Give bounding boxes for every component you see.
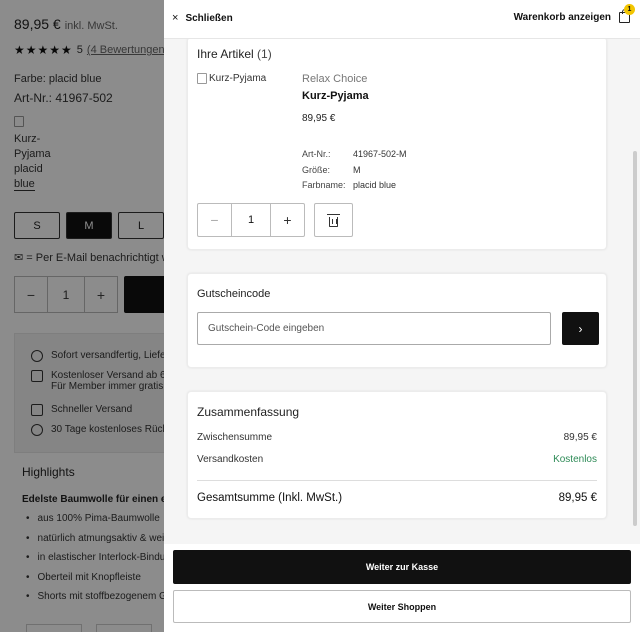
scrollbar[interactable] — [633, 151, 637, 526]
drawer-body: Ihre Artikel (1) Kurz-Pyjama Relax Choic… — [164, 39, 640, 544]
attribute-key: Größe: — [302, 164, 331, 175]
total-label: Gesamtsumme (Inkl. MwSt.) — [197, 492, 343, 504]
shopping-bag-icon: 1 — [619, 4, 635, 23]
attribute-row: Art-Nr.: 41967-502-M — [302, 149, 407, 165]
attribute-value: M — [353, 164, 361, 175]
shipping-row: Versandkosten Kostenlos — [197, 454, 597, 465]
cart-count-badge: 1 — [624, 4, 635, 15]
shipping-value: Kostenlos — [553, 454, 597, 465]
close-button[interactable]: × Schließen — [172, 12, 233, 24]
remove-item-button[interactable] — [314, 203, 353, 237]
drawer-header: × Schließen Warenkorb anzeigen 1 — [164, 0, 640, 39]
trash-icon — [327, 213, 340, 227]
broken-image-icon — [197, 73, 207, 84]
coupon-submit-button[interactable]: › — [562, 312, 599, 345]
close-label: Schließen — [185, 12, 233, 24]
qty-value[interactable]: 1 — [232, 203, 270, 237]
attribute-key: Art-Nr.: — [302, 149, 331, 159]
product-image-alt: Kurz-Pyjama — [209, 73, 267, 84]
subtotal-label: Zwischensumme — [197, 432, 273, 443]
quantity-stepper: − 1 + — [197, 203, 305, 237]
total-value: 89,95 € — [558, 492, 597, 504]
summary-divider — [197, 480, 597, 481]
view-cart-button[interactable]: Warenkorb anzeigen 1 — [513, 4, 635, 23]
product-attributes: Art-Nr.: 41967-502-M Größe: M Farbname: pla… — [302, 149, 407, 196]
shipping-label: Versandkosten — [197, 454, 264, 465]
qty-minus-button[interactable]: − — [197, 203, 232, 237]
product-name[interactable]: Kurz-Pyjama — [302, 90, 369, 102]
attribute-value: placid blue — [353, 180, 397, 190]
coupon-input[interactable] — [197, 312, 551, 345]
chevron-right-icon: › — [578, 321, 583, 336]
checkout-button[interactable]: Weiter zur Kasse — [173, 550, 631, 584]
total-row: Gesamtsumme (Inkl. MwSt.) 89,95 € — [197, 492, 597, 504]
product-price: 89,95 € — [302, 113, 336, 124]
coupon-card: Gutscheincode › — [187, 273, 607, 368]
cart-items-card: Ihre Artikel (1) Kurz-Pyjama Relax Choic… — [187, 39, 607, 250]
coupon-title: Gutscheincode — [197, 288, 271, 300]
view-cart-label: Warenkorb anzeigen — [513, 12, 611, 23]
summary-card: Zusammenfassung Zwischensumme 89,95 € Ve… — [187, 391, 607, 519]
close-icon: × — [172, 12, 179, 24]
product-image[interactable]: Kurz-Pyjama — [197, 73, 266, 84]
items-count: (1) — [257, 47, 272, 61]
attribute-row: Größe: M — [302, 165, 407, 181]
cart-drawer: × Schließen Warenkorb anzeigen 1 Ihre Ar… — [164, 0, 640, 632]
summary-title: Zusammenfassung — [197, 405, 300, 419]
items-title-text: Ihre Artikel — [197, 47, 254, 61]
qty-plus-button[interactable]: + — [270, 203, 305, 237]
attribute-key: Farbname: — [302, 180, 346, 190]
attribute-value: 41967-502-M — [353, 149, 407, 159]
product-brand: Relax Choice — [302, 73, 368, 85]
subtotal-row: Zwischensumme 89,95 € — [197, 432, 597, 443]
continue-shopping-button[interactable]: Weiter Shoppen — [173, 590, 631, 623]
attribute-row: Farbname: placid blue — [302, 180, 407, 196]
items-title: Ihre Artikel (1) — [197, 47, 272, 61]
subtotal-value: 89,95 € — [563, 432, 597, 443]
